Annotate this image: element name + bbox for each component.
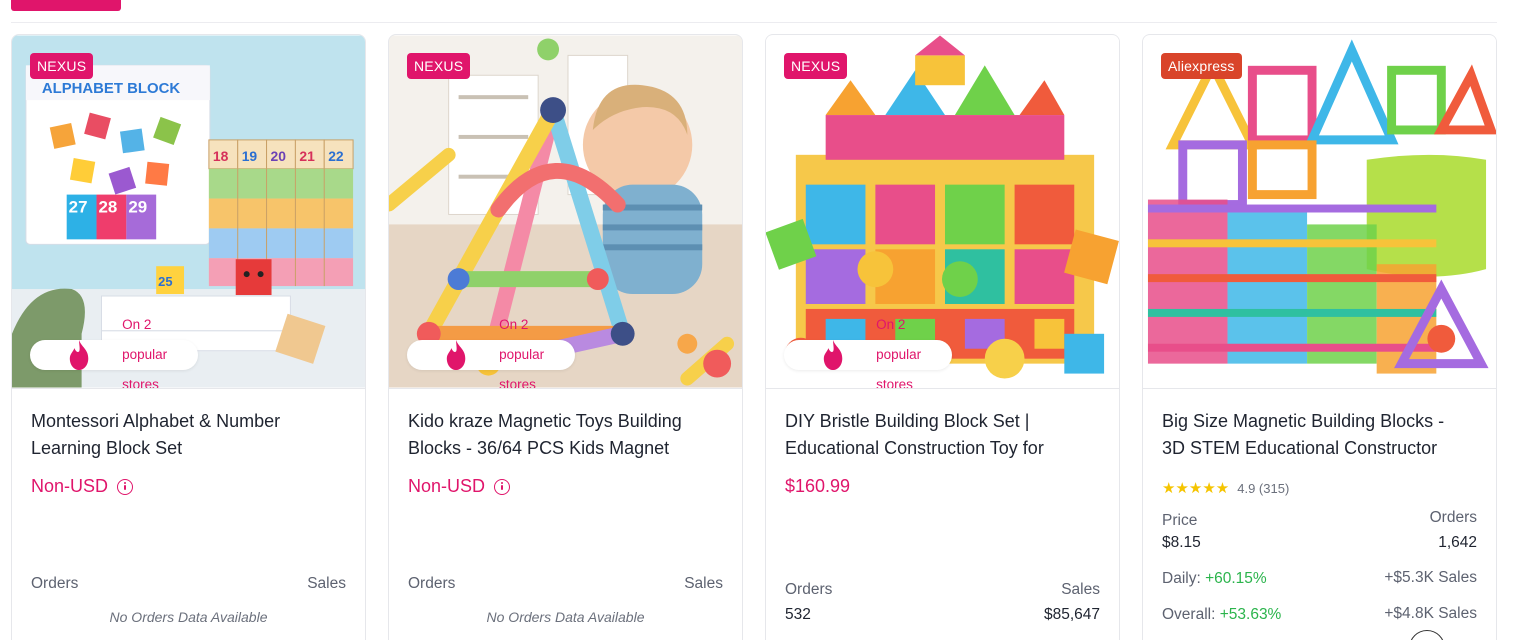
svg-text:18: 18: [213, 148, 229, 164]
sales-label: Sales: [684, 575, 723, 592]
product-card[interactable]: ALPHABET BLOCK 27 28 29 18 19 20 21 22 2…: [11, 34, 366, 640]
product-price: $160.99: [785, 476, 850, 497]
product-title[interactable]: Kido kraze Magnetic Toys Building Blocks…: [408, 408, 728, 462]
price-value: Non-USD: [408, 476, 486, 496]
product-image[interactable]: NEXUS On 2 popular stores: [389, 35, 742, 389]
sales-label: Sales: [1061, 581, 1100, 598]
daily-sales: +$5.3K Sales: [1384, 569, 1477, 586]
active-tab-indicator[interactable]: [11, 0, 121, 11]
store-badge: NEXUS: [30, 53, 94, 79]
sales-label: Sales: [307, 575, 346, 592]
overall-label: Overall:: [1162, 606, 1216, 623]
title-line: Learning Block Set: [31, 438, 183, 458]
orders-label: Orders: [31, 575, 79, 592]
bristle-blocks-image: [766, 35, 1119, 388]
svg-text:20: 20: [271, 148, 287, 164]
star-rating-icon: ★★★★★: [1162, 480, 1230, 497]
divider: [11, 22, 1497, 23]
popular-stores-label: On 2 popular stores: [876, 317, 922, 389]
product-card[interactable]: NEXUS On 2 popular stores DIY Bristle Bu…: [765, 34, 1120, 640]
info-icon[interactable]: [117, 478, 134, 495]
daily-row: Daily: +60.15%: [1162, 570, 1267, 588]
popular-stores-pill[interactable]: On 2 popular stores: [784, 317, 952, 388]
daily-change: +60.15%: [1205, 570, 1267, 587]
orders-label: Orders: [1429, 509, 1477, 526]
rating-value: 4.9 (315): [1237, 480, 1290, 496]
svg-text:ALPHABET BLOCK: ALPHABET BLOCK: [42, 81, 181, 97]
popular-stores-label: On 2 popular stores: [499, 317, 545, 389]
title-line: Blocks - 36/64 PCS Kids Magnet: [408, 438, 670, 458]
price-value: $160.99: [785, 476, 851, 496]
svg-text:25: 25: [158, 274, 172, 289]
overall-change: +53.63%: [1219, 606, 1282, 623]
title-line: Montessori Alphabet & Number: [31, 411, 281, 431]
popular-stores-label: On 2 popular stores: [122, 317, 168, 389]
orders-label: Orders: [408, 575, 456, 592]
title-line: DIY Bristle Building Block Set |: [785, 411, 1030, 431]
title-line: 3D STEM Educational Constructor: [1162, 438, 1438, 458]
overall-row: Overall: +53.63%: [1162, 606, 1281, 624]
price-value: Non-USD: [31, 476, 109, 496]
flame-icon: [446, 340, 466, 370]
rating: ★★★★★ 4.9 (315): [1162, 479, 1289, 497]
product-card[interactable]: Aliexpress Big Size Magnetic Building Bl…: [1142, 34, 1497, 640]
popular-stores-pill[interactable]: On 2 popular stores: [30, 317, 198, 388]
svg-text:21: 21: [299, 148, 315, 164]
orders-value: 1,642: [1438, 534, 1477, 551]
popular-stores-pill[interactable]: On 2 popular stores: [407, 317, 575, 388]
no-orders-data: No Orders Data Available: [109, 609, 268, 625]
price-value: $8.15: [1162, 534, 1201, 551]
price-label: Price: [1162, 512, 1198, 529]
alphabet-block-image: ALPHABET BLOCK 27 28 29 18 19 20 21 22 2…: [12, 35, 365, 388]
orders-value: 532: [785, 606, 811, 623]
svg-text:22: 22: [328, 148, 344, 164]
product-price: Non-USD: [408, 476, 511, 497]
svg-text:28: 28: [99, 197, 118, 216]
sales-value: $85,647: [1043, 606, 1100, 623]
overall-sales: +$4.8K Sales: [1384, 605, 1477, 622]
no-orders-data: No Orders Data Available: [486, 609, 645, 625]
info-icon[interactable]: [494, 478, 511, 495]
title-line: Kido kraze Magnetic Toys Building: [408, 411, 682, 431]
magnetic-tiles-image: [1143, 35, 1496, 388]
product-title[interactable]: Montessori Alphabet & Number Learning Bl…: [31, 408, 351, 462]
magnetic-sticks-image: [389, 35, 742, 388]
daily-label: Daily:: [1162, 570, 1201, 587]
store-badge: NEXUS: [407, 53, 471, 79]
svg-text:19: 19: [242, 148, 258, 164]
product-price: Non-USD: [31, 476, 134, 497]
product-image[interactable]: NEXUS On 2 popular stores: [766, 35, 1119, 389]
store-badge: Aliexpress: [1161, 53, 1242, 79]
product-title[interactable]: Big Size Magnetic Building Blocks - 3D S…: [1162, 408, 1482, 462]
store-badge: NEXUS: [784, 53, 848, 79]
svg-text:29: 29: [128, 197, 147, 216]
product-title[interactable]: DIY Bristle Building Block Set | Educati…: [785, 408, 1105, 462]
title-line: Big Size Magnetic Building Blocks -: [1162, 411, 1445, 431]
svg-text:27: 27: [69, 197, 88, 216]
product-card[interactable]: NEXUS On 2 popular stores Kido kraze Mag…: [388, 34, 743, 640]
flame-icon: [69, 340, 89, 370]
product-image[interactable]: ALPHABET BLOCK 27 28 29 18 19 20 21 22 2…: [12, 35, 365, 389]
product-image[interactable]: Aliexpress: [1143, 35, 1496, 389]
flame-icon: [823, 340, 843, 370]
title-line: Educational Construction Toy for: [785, 438, 1044, 458]
orders-label: Orders: [785, 581, 833, 598]
